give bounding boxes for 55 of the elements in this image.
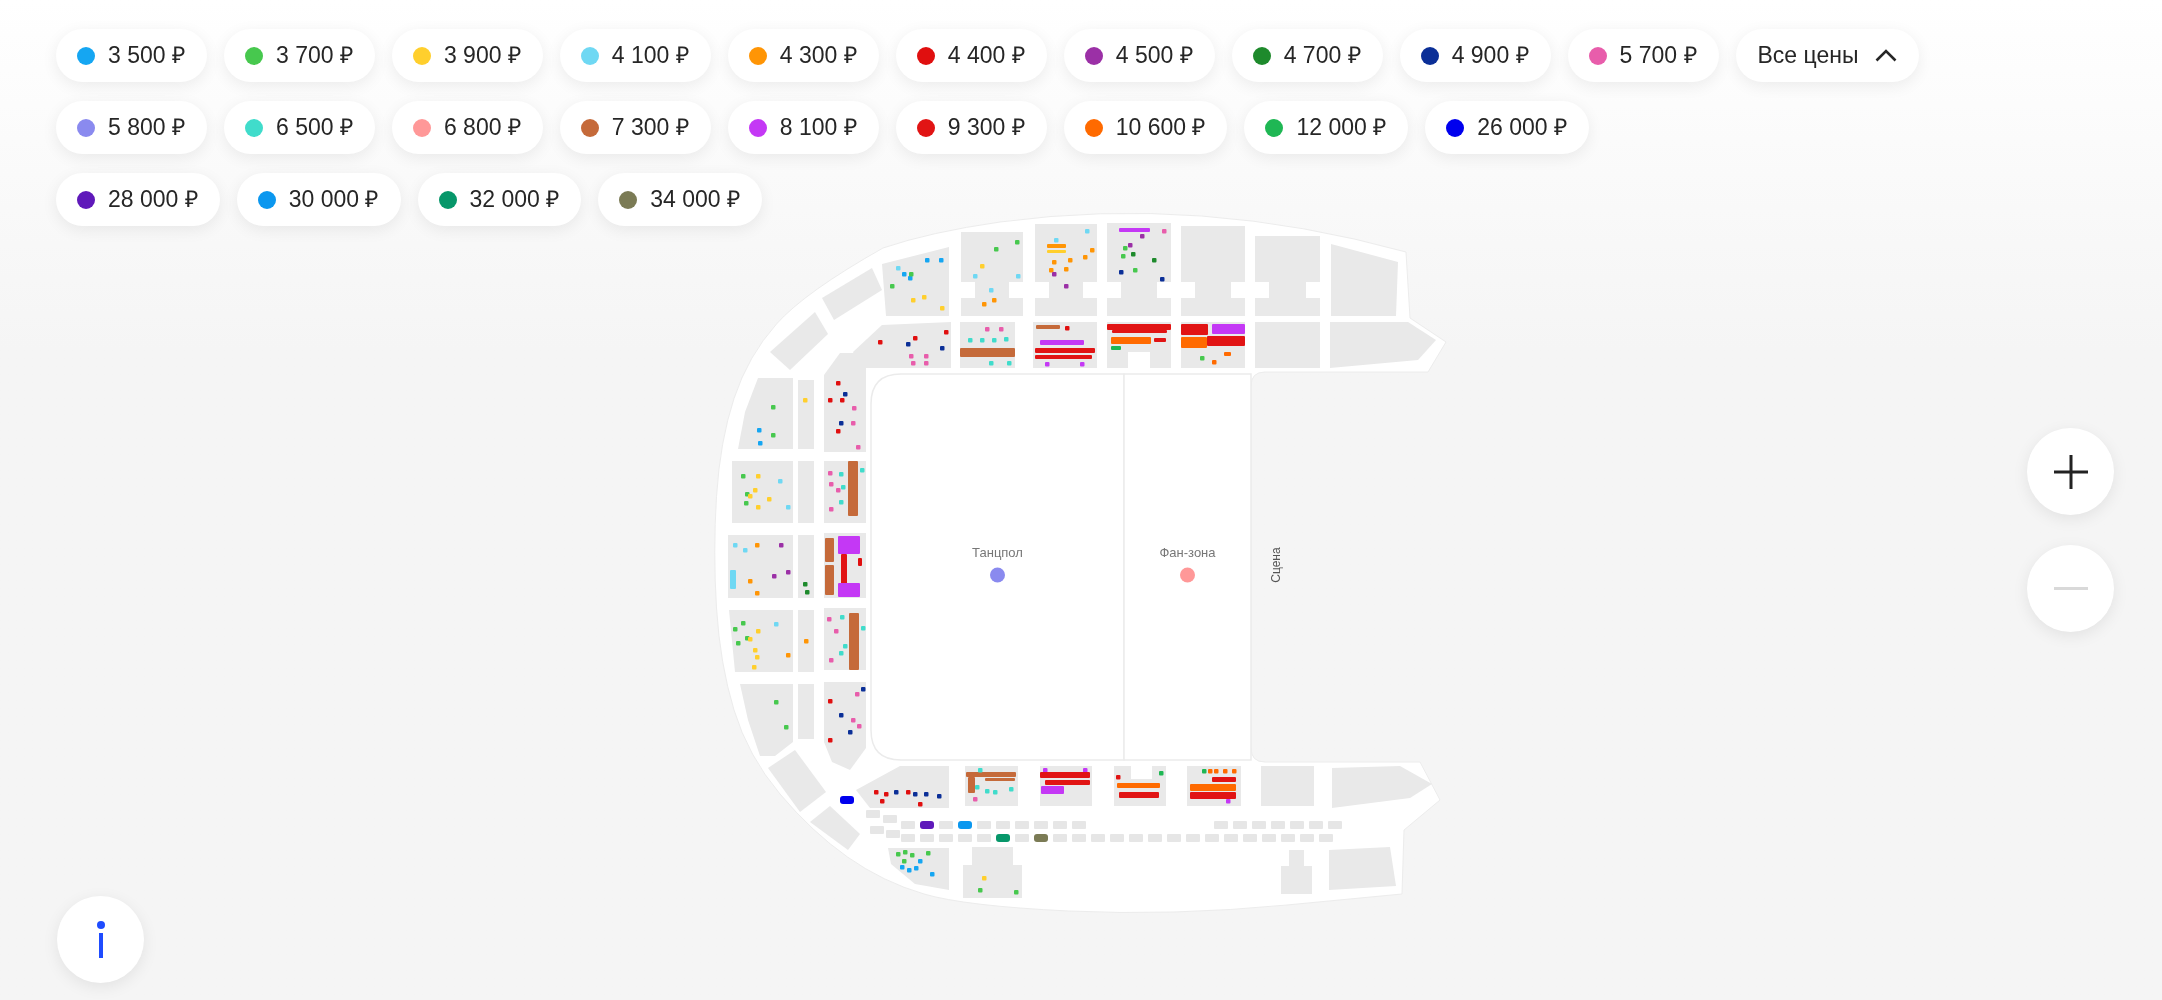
seating-sector[interactable] <box>965 766 1018 806</box>
price-filter-chip[interactable]: 3 900 ₽ <box>391 29 543 82</box>
lodge-box[interactable] <box>920 821 934 829</box>
price-filter-chip[interactable]: 10 600 ₽ <box>1063 101 1228 154</box>
info-icon <box>96 921 105 958</box>
seating-sector[interactable] <box>960 322 1015 368</box>
price-filter-chip[interactable]: 26 000 ₽ <box>1425 101 1589 154</box>
seating-sector[interactable] <box>882 247 949 316</box>
price-filter-chip[interactable]: 9 300 ₽ <box>895 101 1047 154</box>
seating-sector[interactable] <box>1114 766 1166 806</box>
plus-icon <box>2053 454 2088 489</box>
seating-sector[interactable] <box>824 682 866 770</box>
seating-sector[interactable] <box>1181 322 1245 368</box>
seating-sector[interactable] <box>1187 766 1241 806</box>
seating-sector[interactable] <box>1035 224 1097 316</box>
seating-sector[interactable] <box>824 461 866 523</box>
price-filter-chip[interactable]: 12 000 ₽ <box>1244 101 1409 154</box>
lodge-box[interactable] <box>840 796 854 804</box>
price-filter-chip[interactable]: 7 300 ₽ <box>559 101 711 154</box>
seating-sector[interactable] <box>824 533 866 598</box>
price-filter-chip[interactable]: 3 700 ₽ <box>223 29 375 82</box>
lodge-box[interactable] <box>996 834 1010 842</box>
seating-sector[interactable] <box>888 848 949 890</box>
seating-sector[interactable] <box>853 322 951 368</box>
seating-sector[interactable] <box>1033 322 1097 368</box>
minus-icon <box>2053 587 2088 590</box>
seating-sector[interactable] <box>1040 766 1092 806</box>
price-filter-chip[interactable]: 8 100 ₽ <box>727 101 879 154</box>
stage-label: Сцена <box>1269 547 1283 583</box>
price-filter-chip[interactable]: 5 800 ₽ <box>56 101 207 154</box>
seating-sector[interactable] <box>856 766 949 808</box>
seating-sector[interactable] <box>1107 223 1171 316</box>
zone-label: Фан-зона <box>1159 545 1216 560</box>
lodge-box[interactable] <box>1034 834 1048 842</box>
price-filter-chip[interactable]: 6 500 ₽ <box>223 101 375 154</box>
price-filter-chip[interactable]: 34 000 ₽ <box>598 173 762 226</box>
price-filter-chip[interactable]: 4 100 ₽ <box>559 29 711 82</box>
price-filter-chip[interactable]: 4 700 ₽ <box>1231 29 1383 82</box>
seating-sector[interactable] <box>824 608 866 670</box>
seating-sector[interactable] <box>1107 322 1171 368</box>
price-filter-chip[interactable]: 5 700 ₽ <box>1567 29 1719 82</box>
all-prices-button[interactable]: Все цены <box>1735 29 1919 82</box>
price-filter-chip[interactable]: 6 800 ₽ <box>391 101 543 154</box>
zone-label: Танцпол <box>972 545 1023 560</box>
price-filter-chip[interactable]: 3 500 ₽ <box>56 29 207 82</box>
price-filter-chip[interactable]: 30 000 ₽ <box>236 173 401 226</box>
price-filter-chip[interactable]: 32 000 ₽ <box>417 173 582 226</box>
price-filter-chip[interactable]: 4 300 ₽ <box>727 29 879 82</box>
price-filter-chip[interactable]: 4 500 ₽ <box>1063 29 1215 82</box>
price-filter-chip[interactable]: 4 900 ₽ <box>1399 29 1551 82</box>
seating-sector[interactable] <box>798 535 814 598</box>
floor-zone[interactable] <box>1123 373 1252 761</box>
price-filter-chip[interactable]: 4 400 ₽ <box>895 29 1047 82</box>
seating-sector[interactable] <box>824 353 866 452</box>
price-filter-chip[interactable]: 28 000 ₽ <box>56 173 220 226</box>
